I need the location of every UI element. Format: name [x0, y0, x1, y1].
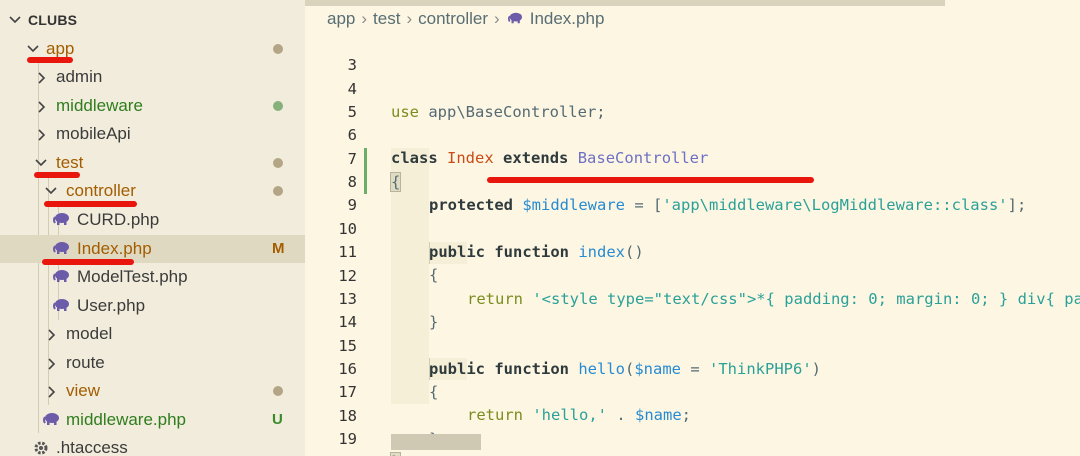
- code-line[interactable]: 5: [305, 78, 1080, 121]
- tree-item-mobileapi[interactable]: mobileApi: [0, 120, 305, 148]
- annotation-underline: [44, 201, 137, 207]
- chevron-right-icon: [48, 329, 56, 341]
- code-line[interactable]: 17 return 'hello,' . $name;: [305, 358, 1080, 424]
- gear-icon: [34, 441, 48, 455]
- chevron-down-icon: [35, 159, 47, 167]
- modified-dot-indicator: [273, 186, 283, 196]
- tree-item-label: .htaccess: [56, 438, 128, 456]
- breadcrumb-item[interactable]: app: [327, 9, 355, 28]
- tree-item-label: middleware.php: [66, 410, 187, 429]
- code-line[interactable]: 8 protected $middleware = ['app\middlewa…: [305, 148, 1080, 214]
- tree-item-label: model: [66, 324, 113, 343]
- breadcrumb-item[interactable]: test: [373, 9, 400, 28]
- code-line[interactable]: 15 public function hello($name = 'ThinkP…: [305, 312, 1080, 378]
- modified-dot-indicator: [273, 44, 283, 54]
- code-line[interactable]: 14: [305, 288, 1080, 331]
- chevron-right-icon: [48, 386, 56, 398]
- tree-item-label: Index.php: [77, 239, 152, 258]
- chevron-right-icon: [38, 129, 46, 141]
- chevron-right-icon: ›: [406, 9, 413, 28]
- annotation-underline: [487, 177, 814, 183]
- explorer-section-header[interactable]: CLUBS: [0, 6, 305, 34]
- horizontal-scrollbar-thumb[interactable]: [391, 434, 481, 450]
- php-elephant-icon: [53, 213, 69, 225]
- chevron-right-icon: [38, 72, 46, 84]
- tree-item-curd-php[interactable]: CURD.php: [0, 206, 305, 234]
- code-line[interactable]: 13 }: [305, 265, 1080, 331]
- tree-item-view[interactable]: view: [0, 377, 305, 405]
- chevron-down-icon: [27, 45, 39, 53]
- tree-item-label: test: [56, 153, 84, 172]
- code-line[interactable]: 19 }: [305, 405, 1080, 456]
- tree-item-label: route: [66, 353, 105, 372]
- code-editor[interactable]: app › test › controller › Index.php 3 4 use ap…: [305, 0, 1080, 456]
- breadcrumb-item[interactable]: Index.php: [530, 9, 605, 28]
- chevron-right-icon: [48, 358, 56, 370]
- php-elephant-icon: [43, 413, 59, 425]
- tree-item-label: controller: [66, 181, 136, 200]
- chevron-down-icon: [45, 187, 57, 195]
- tree-item-middleware-php[interactable]: middleware.php U: [0, 406, 305, 434]
- editor-top-shadow: [305, 0, 945, 6]
- code-line[interactable]: 3: [305, 31, 1080, 74]
- chevron-right-icon: ›: [494, 9, 500, 28]
- php-elephant-icon: [507, 12, 522, 24]
- modified-dot-indicator: [273, 386, 283, 396]
- annotation-underline: [27, 57, 73, 63]
- tree-item-admin[interactable]: admin: [0, 63, 305, 91]
- breadcrumb-item[interactable]: controller: [418, 9, 488, 28]
- tree-item-modeltest-php[interactable]: ModelTest.php: [0, 263, 305, 291]
- annotation-underline: [34, 172, 80, 178]
- explorer-section-title: CLUBS: [28, 12, 78, 28]
- code-line[interactable]: 16 {: [305, 335, 1080, 401]
- explorer-sidebar: CLUBS app admin middleware mobileApi tes…: [0, 0, 305, 456]
- php-elephant-icon: [53, 270, 69, 282]
- tree-item-user-php[interactable]: User.php: [0, 292, 305, 320]
- chevron-down-icon: [9, 16, 21, 24]
- code-line[interactable]: 7 {: [305, 125, 1080, 192]
- tree-item-model[interactable]: model: [0, 320, 305, 348]
- modified-dot-indicator: [273, 158, 283, 168]
- code-line[interactable]: 18 }: [305, 382, 1080, 448]
- chevron-right-icon: [38, 101, 46, 113]
- added-dot-indicator: [273, 101, 283, 111]
- breadcrumb: app › test › controller › Index.php: [327, 9, 604, 29]
- untracked-badge: U: [272, 411, 283, 428]
- annotation-underline: [42, 259, 134, 265]
- line-number: 20: [305, 452, 357, 456]
- code-line[interactable]: 11 {: [305, 218, 1080, 284]
- tree-item-htaccess[interactable]: .htaccess: [0, 434, 305, 456]
- chevron-right-icon: ›: [361, 9, 368, 28]
- tree-item-label: app: [46, 39, 75, 58]
- tree-item-label: mobileApi: [56, 124, 131, 143]
- tree-item-label: CURD.php: [77, 210, 160, 229]
- php-elephant-icon: [53, 242, 69, 254]
- modified-badge: M: [272, 240, 285, 257]
- tree-item-label: middleware: [56, 96, 143, 115]
- tree-item-label: ModelTest.php: [77, 267, 188, 286]
- tree-item-label: User.php: [77, 296, 146, 315]
- code-line[interactable]: 12 return '<style type="text/css">*{ pad…: [305, 242, 1080, 308]
- code-line[interactable]: 4 use app\BaseController;: [305, 55, 1080, 121]
- tree-item-label: admin: [56, 67, 103, 86]
- code-line[interactable]: 6 class Index extends BaseController: [305, 101, 1080, 167]
- tree-item-middleware[interactable]: middleware: [0, 92, 305, 120]
- code-line[interactable]: 10 public function index(): [305, 195, 1080, 261]
- tree-item-route[interactable]: route: [0, 349, 305, 377]
- tree-item-label: view: [66, 381, 101, 400]
- php-elephant-icon: [53, 299, 69, 311]
